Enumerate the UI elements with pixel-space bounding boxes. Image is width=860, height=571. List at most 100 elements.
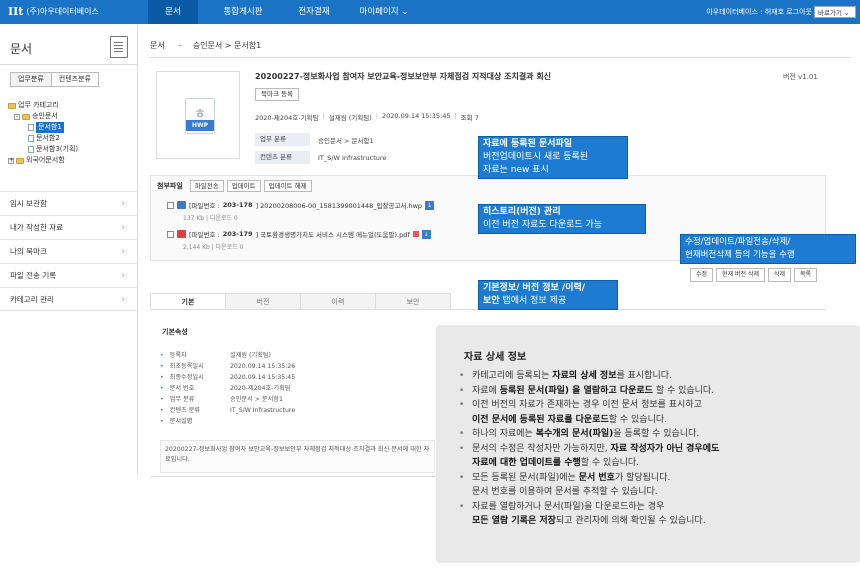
collapse-toggle-icon[interactable]: - [14,113,20,120]
content-category-row: 컨텐츠 분류 IT_S/W Infrastructure [255,151,386,164]
tab-content-category[interactable]: 컨텐츠분류 [50,72,99,87]
expand-toggle-icon[interactable]: + [8,157,14,164]
tab-basic[interactable]: 기본 [150,293,226,310]
file-name[interactable]: ] 20200208006-00_1581399001448_입찰공고서.hwp [256,200,423,210]
info-list: 카테고리에 등록되는 자료의 상세 정보를 표시합니다. 자료에 등록된 문서(… [456,369,856,529]
property-row: 문서설명 [160,416,295,427]
tab-security[interactable]: 보안 [375,293,451,310]
tree-item-approved[interactable]: - 승인문서 [8,111,78,122]
tab-business-category[interactable]: 업무분류 [10,72,52,87]
hwp-file-icon [177,201,186,209]
tab-history[interactable]: 이력 [300,293,376,310]
menu-category-manage[interactable]: 카테고리 관리 › [0,287,137,311]
file-checkbox[interactable] [167,230,174,238]
info-title: 자료 상세 정보 [464,352,527,363]
kv-key: 컨텐츠 분류 [255,151,310,164]
file-number-prefix: [파일번호 : [189,231,220,239]
file-icon [28,135,34,142]
callout-tabs: 기본정보/ 버전 정보 /이력/ 보안 탭에서 정보 제공 [478,280,618,310]
attachments-title: 첨부파일 [157,182,183,190]
kv-value: IT_S/W Infrastructure [318,153,387,162]
edit-button[interactable]: 수정 [690,268,714,282]
menu-label: 파일 전송 기록 [10,271,57,280]
property-value: 2020.09.14 15:35:45 [230,374,296,381]
file-checkbox[interactable] [167,201,174,209]
breadcrumb-root[interactable]: 문서 [150,41,165,50]
company-logo[interactable]: IIt (주)아우데이터베이스 [8,5,99,18]
info-bold: 이전 문서에 등록된 자료를 다운로드 [472,414,609,425]
info-bold: 자료에 대한 업데이트를 수행 [472,458,581,468]
tree-label: 업무 카테고리 [18,101,59,109]
tree-item-external[interactable]: + 외국어문서함 [8,155,78,166]
callout-heading: 보안 [483,296,500,306]
file-size: 2,144 Kb | 다운로드 0 [183,244,244,251]
description-box: 20200227-정보화사업 참여자 보안교육-정보보안부 자체점검 지적대상 … [160,440,435,473]
tree-label: 문서함2 [36,134,60,142]
sidebar-menu: 임시 보관함 › 내가 작성한 자료 › 나의 북마크 › 파일 전송 기록 › 카테고… [0,191,137,311]
tree-root[interactable]: 업무 카테고리 [8,100,78,111]
info-text: 자료를 열람하거나 문서(파일)을 다운로드하는 경우 [472,501,665,512]
property-value: 승인문서 > 문서함1 [230,396,283,403]
callout-heading: 히스토리(버전) 관리 [483,207,561,217]
goto-select[interactable]: 바로가기 ⌄ [814,6,856,18]
version-label: 버전 v1.01 [783,73,818,81]
detail-tabs: 기본 버전 이력 보안 [150,293,451,310]
divider [150,57,850,58]
document-title: 20200227-정보화사업 참여자 보안교육-정보보안부 자체점검 지적대상 … [255,72,552,81]
nav-mypage[interactable]: 마이페이지 ⌄ [352,0,416,24]
hwp-file-icon: ㅎ HWP [185,98,215,134]
property-key: 컨텐츠 분류 [160,405,230,416]
tab-version[interactable]: 버전 [225,293,301,310]
menu-label: 카테고리 관리 [10,295,54,304]
file-item: [파일번호 : 203-178] 20200208006-00_15813990… [167,200,435,222]
list-button[interactable]: 목록 [794,268,818,282]
menu-my-written[interactable]: 내가 작성한 자료 › [0,215,137,239]
pdf-viewer-icon[interactable] [412,231,419,237]
user-info[interactable]: 아우데이터베이스 : 허재호 로그아웃 [706,7,812,17]
menu-label: 임시 보관함 [10,199,47,208]
info-item: 이전 버전의 자료가 존재하는 경우 이전 문서 정보를 표시하고이전 문서에 … [456,398,856,427]
info-text: 하나의 자료에는 [472,429,536,439]
menu-temp-storage[interactable]: 임시 보관함 › [0,191,137,215]
delete-current-version-button[interactable]: 현재 버전 삭제 [716,268,765,282]
nav-approval[interactable]: 전자결재 [285,0,343,24]
tree-item-doc1[interactable]: 문서함1 [8,122,78,133]
info-item: 카테고리에 등록되는 자료의 상세 정보를 표시합니다. [456,369,856,384]
file-number: 203-179 [222,230,253,238]
nav-board[interactable]: 통합게시판 [212,0,274,24]
document-meta: 2020-제204호-기획팀 | 설재원 (기획팀) | 2020.09.14 15… [255,112,479,122]
doc-number: 2020-제204호-기획팀 [255,114,319,122]
info-item: 하나의 자료에는 복수개의 문서(파일)을 등록할 수 있습니다. [456,427,856,442]
menu-file-transfer-log[interactable]: 파일 전송 기록 › [0,263,137,287]
tree-item-doc3[interactable]: 문서함3(기획) [8,144,78,155]
update-button[interactable]: 업데이트 [226,180,261,192]
file-size: 137 Kb | 다운로드 0 [183,215,238,222]
file-preview-card: ㅎ HWP [156,71,240,159]
tree-label: 외국어문서함 [26,156,65,164]
property-key: 문서설명 [160,416,230,427]
doc-views: 조회 7 [460,114,479,122]
property-value: IT_S/W Infrastructure [230,407,296,414]
doc-date: 2020.09.14 15:35:45 [381,112,451,120]
meta-separator: | [375,112,378,120]
breadcrumb-path[interactable]: 승인문서 > 문서함1 [193,41,261,50]
menu-my-bookmarks[interactable]: 나의 북마크 › [0,239,137,263]
property-row: 문서 번호2020-제204호-기획팀 [160,383,295,394]
file-icon [28,146,34,153]
file-transfer-button[interactable]: 파일전송 [189,180,224,192]
file-name[interactable]: ] 국토환경생명가치도 서비스 시스템 메뉴얼(도움말).pdf [256,229,410,239]
info-text: 를 표시합니다. [616,371,672,381]
meta-separator: | [454,112,457,120]
document-icon [110,36,128,58]
kv-value: 승인문서 > 문서함1 [318,136,374,145]
download-icon[interactable]: ↓ [421,229,431,239]
download-icon[interactable]: ↓ [425,200,435,210]
logo-text: (주)아우데이터베이스 [26,7,99,16]
bookmark-button[interactable]: 북마크 등록 [255,88,299,101]
nav-documents[interactable]: 문서 [148,0,198,24]
cancel-update-button[interactable]: 업데이트 해제 [263,180,312,192]
tree-item-doc2[interactable]: 문서함2 [8,133,78,144]
callout-text: 현재버전삭제 등의 기능을 수행 [685,250,795,260]
delete-button[interactable]: 삭제 [767,268,792,282]
callout-heading: 자료에 등록된 문서파일 [483,139,573,149]
